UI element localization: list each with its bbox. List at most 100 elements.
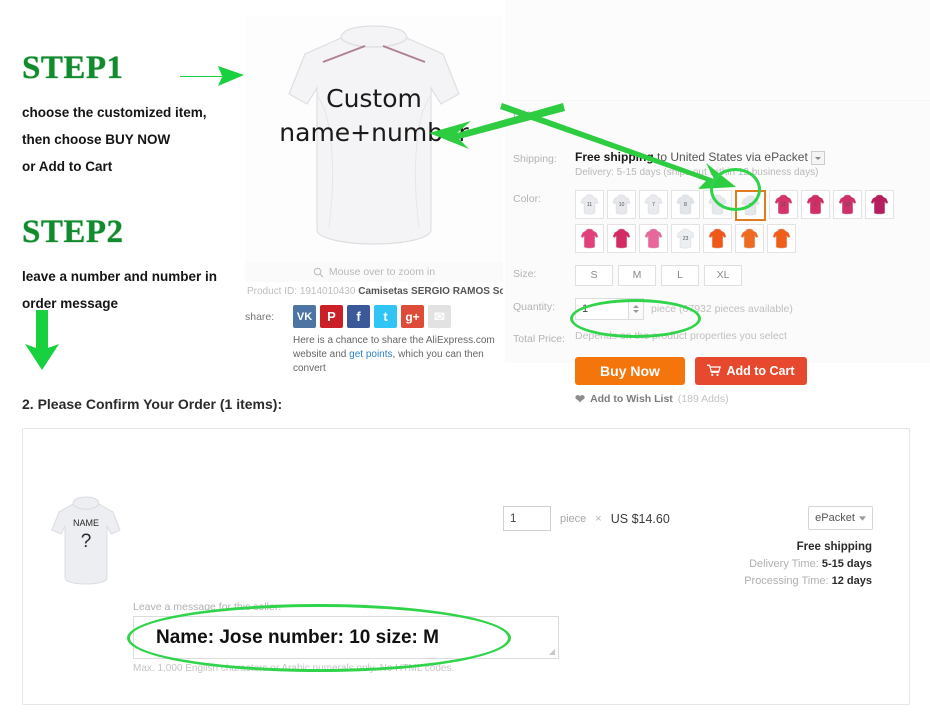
step2-line-1: leave a number and number in	[22, 269, 218, 284]
custom-overlay-text: Custom name+number	[245, 82, 503, 150]
size-row: Size: S M L XL	[505, 257, 930, 290]
order-processing-time: Processing Time: 12 days	[744, 575, 872, 587]
color-swatch-orange-1[interactable]	[703, 223, 732, 253]
color-swatch-pink-11[interactable]: 11	[769, 189, 798, 219]
wish-list-label: Add to Wish List	[590, 392, 673, 405]
svg-text:8: 8	[684, 202, 687, 208]
chevron-down-icon[interactable]	[810, 150, 825, 165]
size-options: S M L XL	[575, 264, 930, 286]
add-to-cart-button[interactable]: Add to Cart	[695, 356, 807, 385]
order-quantity-input[interactable]: 1	[503, 506, 551, 531]
jersey-swatch-icon: 10	[612, 194, 631, 215]
order-unit-price: US $14.60	[610, 511, 670, 526]
price-row: Price:	[505, 101, 930, 124]
panel-header-faded	[505, 0, 930, 101]
total-price-row: Total Price: Depends on the product prop…	[505, 324, 930, 349]
thumb-number-text: ?	[81, 531, 92, 552]
order-free-shipping: Free shipping	[796, 541, 872, 553]
shipping-method-select[interactable]: ePacket	[808, 506, 873, 530]
overlay-line-1: Custom	[326, 84, 422, 113]
page-root: STEP1 choose the customized item, then c…	[0, 0, 930, 725]
price-value	[575, 105, 930, 120]
zoom-hint-label: Mouse over to zoom in	[328, 266, 436, 278]
size-option-xl[interactable]: XL	[704, 264, 742, 286]
chevron-down-icon	[858, 515, 866, 521]
google-plus-icon[interactable]: g+	[401, 305, 424, 328]
buy-now-button[interactable]: Buy Now	[575, 356, 685, 385]
jersey-swatch-icon	[644, 228, 663, 249]
pinterest-icon[interactable]: P	[320, 305, 343, 328]
facebook-icon[interactable]: f	[347, 305, 370, 328]
share-row: share: VK P f t g+ ✉	[245, 305, 503, 328]
size-value: S M L XL	[575, 264, 930, 286]
total-price-label: Total Price:	[513, 332, 565, 345]
svg-text:11: 11	[587, 202, 593, 208]
shipping-destination: to United States via ePacket	[653, 150, 808, 164]
step1-line-3: or Add to Cart	[22, 159, 113, 174]
color-swatch-orange-3[interactable]	[767, 223, 796, 253]
green-ellipse-buy-now	[570, 299, 701, 338]
product-main-image[interactable]: Custom name+number	[245, 16, 503, 262]
delivery-time-label: Delivery Time:	[749, 558, 819, 570]
resize-grip-icon[interactable]: ◢	[549, 647, 555, 656]
magnifier-icon	[313, 267, 324, 277]
color-swatch-pink-10[interactable]: 10	[833, 189, 862, 219]
order-quantity-row: 1 piece × US $14.60	[503, 506, 670, 531]
action-buttons: Buy Now Add to Cart	[575, 356, 930, 385]
svg-text:7: 7	[814, 202, 817, 208]
color-swatch-white-10[interactable]: 10	[607, 189, 636, 219]
green-arrow-right	[180, 66, 244, 86]
jersey-swatch-icon: 7	[644, 194, 663, 215]
wish-list-count: (189 Adds)	[677, 392, 729, 405]
color-swatch-magenta-plain[interactable]	[865, 189, 894, 219]
jersey-swatch-icon	[740, 228, 759, 249]
size-option-l[interactable]: L	[661, 264, 699, 286]
get-points-link[interactable]: get points	[349, 349, 392, 360]
jersey-swatch-icon	[772, 228, 791, 249]
jersey-swatch-icon	[708, 228, 727, 249]
jersey-swatch-icon: 11	[774, 194, 793, 215]
add-to-wish-list[interactable]: ❤ Add to Wish List (189 Adds)	[575, 392, 930, 406]
thumb-name-text: NAME	[73, 518, 99, 528]
quantity-label: Quantity:	[513, 300, 556, 313]
step2-block: STEP2 leave a number and number in order…	[22, 216, 247, 317]
product-id-label: Product ID:	[247, 286, 298, 297]
jersey-swatch-icon	[612, 228, 631, 249]
zoom-hint[interactable]: Mouse over to zoom in	[245, 262, 503, 282]
email-icon[interactable]: ✉	[428, 305, 451, 328]
svg-text:11: 11	[781, 202, 787, 208]
product-title: Camisetas SERGIO RAMOS Soccer ...	[358, 286, 503, 297]
order-section-heading: 2. Please Confirm Your Order (1 items):	[22, 396, 283, 412]
step1-line-1: choose the customized item,	[22, 105, 207, 120]
color-swatch-white-11[interactable]: 11	[575, 189, 604, 219]
svg-text:10: 10	[845, 202, 851, 208]
processing-time-value: 12 days	[831, 575, 872, 587]
color-swatch-white-23[interactable]: 23	[671, 223, 700, 253]
jersey-swatch-icon: 23	[676, 228, 695, 249]
vk-icon[interactable]: VK	[293, 305, 316, 328]
svg-text:10: 10	[619, 202, 625, 208]
svg-text:23: 23	[683, 236, 689, 242]
color-swatch-orange-2[interactable]	[735, 223, 764, 253]
color-swatch-pink-7[interactable]: 7	[801, 189, 830, 219]
color-swatch-white-8[interactable]: 8	[671, 189, 700, 219]
size-option-m[interactable]: M	[618, 264, 656, 286]
jersey-swatch-icon	[580, 228, 599, 249]
jersey-swatch-icon: 10	[838, 194, 857, 215]
delivery-time-value: 5-15 days	[821, 558, 872, 570]
color-label: Color:	[513, 192, 542, 205]
free-shipping-text: Free shipping	[575, 150, 654, 164]
color-swatch-pink-light[interactable]	[575, 223, 604, 253]
color-swatch-pink-soft[interactable]	[639, 223, 668, 253]
share-description: Here is a chance to share the AliExpress…	[293, 334, 501, 376]
order-shipping-info: Free shipping Delivery Time: 5-15 days P…	[744, 541, 872, 587]
color-swatch-white-7[interactable]: 7	[639, 189, 668, 219]
product-media: Custom name+number Mouse over to zoom in…	[245, 16, 503, 374]
color-swatch-crimson[interactable]	[607, 223, 636, 253]
size-option-s[interactable]: S	[575, 264, 613, 286]
product-id-row: Product ID: 1914010430 Camisetas SERGIO …	[245, 282, 503, 297]
twitter-icon[interactable]: t	[374, 305, 397, 328]
jersey-swatch-icon: 7	[806, 194, 825, 215]
order-item-thumbnail[interactable]: NAME ?	[40, 492, 132, 588]
shopping-cart-icon	[707, 364, 722, 377]
